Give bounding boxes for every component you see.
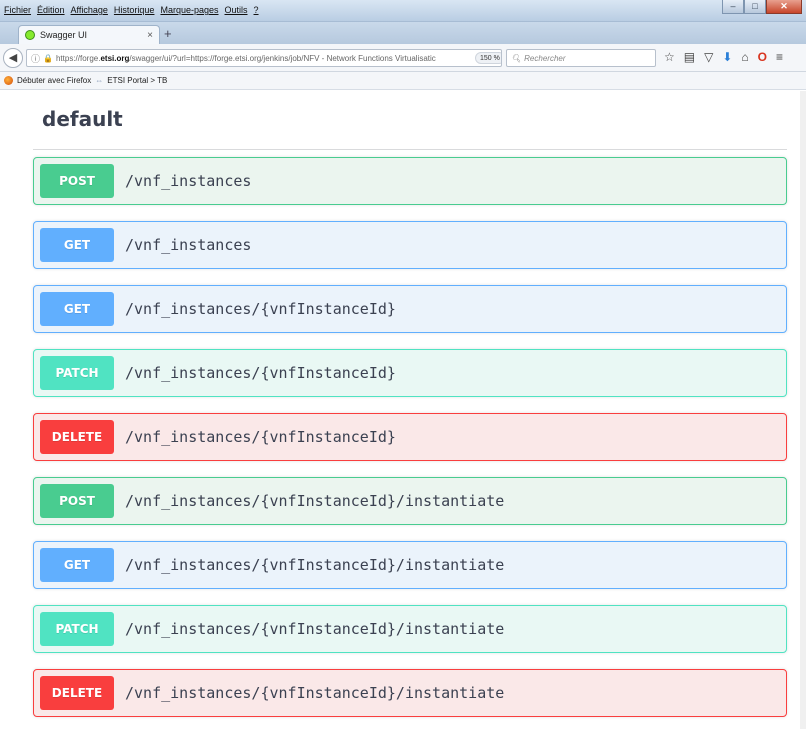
operation-get-instantiate[interactable]: GET /vnf_instances/{vnfInstanceId}/insta… [33, 541, 787, 589]
swagger-content: default POST /vnf_instances GET /vnf_ins… [0, 91, 806, 729]
tab-strip: Swagger UI × + [0, 22, 806, 44]
operation-path: /vnf_instances/{vnfInstanceId}/instantia… [125, 620, 505, 638]
method-badge: DELETE [40, 420, 114, 454]
operations-list: POST /vnf_instances GET /vnf_instances G… [33, 157, 787, 733]
section-divider [33, 149, 787, 150]
operation-patch-instantiate[interactable]: PATCH /vnf_instances/{vnfInstanceId}/ins… [33, 605, 787, 653]
minimize-icon[interactable]: – [722, 0, 744, 14]
operation-patch-vnf-instance[interactable]: PATCH /vnf_instances/{vnfInstanceId} [33, 349, 787, 397]
operation-path: /vnf_instances [125, 236, 252, 254]
method-badge: PATCH [40, 356, 114, 390]
section-title[interactable]: default [42, 107, 123, 131]
menu-historique[interactable]: Historique [114, 5, 155, 15]
etsi-bookmark-icon: ⇔ [95, 76, 104, 85]
menu-outils[interactable]: Outils [225, 5, 248, 15]
operation-path: /vnf_instances/{vnfInstanceId}/instantia… [125, 684, 505, 702]
url-text: https://forge.etsi.org/swagger/ui/?url=h… [55, 53, 436, 63]
operation-path: /vnf_instances/{vnfInstanceId}/instantia… [125, 492, 505, 510]
menu-affichage[interactable]: Affichage [71, 5, 108, 15]
bookmarks-bar: Débuter avec Firefox ⇔ ETSI Portal > TB [0, 72, 806, 90]
search-input[interactable]: 🔍︎ Rechercher [506, 49, 656, 67]
operation-get-vnf-instance[interactable]: GET /vnf_instances/{vnfInstanceId} [33, 285, 787, 333]
window-titlebar: Fichier Édition Affichage Historique Mar… [0, 0, 806, 22]
maximize-icon[interactable]: □ [744, 0, 766, 14]
method-badge: GET [40, 292, 114, 326]
firefox-icon [4, 76, 13, 85]
operation-delete-vnf-instance[interactable]: DELETE /vnf_instances/{vnfInstanceId} [33, 413, 787, 461]
download-icon[interactable]: ⬇ [722, 50, 732, 64]
info-icon[interactable]: ⓘ [31, 52, 40, 65]
operation-delete-instantiate[interactable]: DELETE /vnf_instances/{vnfInstanceId}/in… [33, 669, 787, 717]
operation-path: /vnf_instances [125, 172, 252, 190]
reading-list-icon[interactable]: ▤ [684, 50, 695, 64]
method-badge: POST [40, 484, 114, 518]
hamburger-menu-icon[interactable]: ≡ [776, 50, 783, 64]
method-badge: GET [40, 228, 114, 262]
tab-title: Swagger UI [40, 30, 88, 40]
bookmark-star-icon[interactable]: ☆ [664, 50, 675, 64]
close-window-icon[interactable]: ✕ [766, 0, 802, 14]
operation-get-vnf-instances[interactable]: GET /vnf_instances [33, 221, 787, 269]
navigation-bar: ◀ ⓘ 🔒 https://forge.etsi.org/swagger/ui/… [0, 44, 806, 72]
search-icon: 🔍︎ [511, 53, 522, 63]
tab-swagger-ui[interactable]: Swagger UI × [18, 25, 160, 44]
tab-close-icon[interactable]: × [147, 30, 153, 41]
zoom-level-badge[interactable]: 150 % [475, 52, 501, 64]
bookmark-debuter-firefox[interactable]: Débuter avec Firefox [17, 76, 91, 85]
adblock-icon[interactable]: O [758, 50, 767, 64]
method-badge: PATCH [40, 612, 114, 646]
operation-path: /vnf_instances/{vnfInstanceId} [125, 428, 396, 446]
method-badge: DELETE [40, 676, 114, 710]
toolbar-icons: ☆ ▤ ▽ ⬇ ⌂ O ≡ [664, 50, 783, 64]
window-controls: – □ ✕ [722, 0, 802, 14]
operation-path: /vnf_instances/{vnfInstanceId} [125, 300, 396, 318]
method-badge: GET [40, 548, 114, 582]
home-icon[interactable]: ⌂ [741, 50, 748, 64]
operation-path: /vnf_instances/{vnfInstanceId} [125, 364, 396, 382]
lock-icon[interactable]: 🔒 [43, 54, 53, 63]
menu-bar: Fichier Édition Affichage Historique Mar… [4, 5, 259, 15]
menu-marque-pages[interactable]: Marque-pages [160, 5, 218, 15]
search-placeholder: Rechercher [524, 53, 566, 63]
back-arrow-icon[interactable]: ◀ [3, 48, 23, 68]
url-bar[interactable]: ⓘ 🔒 https://forge.etsi.org/swagger/ui/?u… [26, 49, 502, 67]
method-badge: POST [40, 164, 114, 198]
operation-path: /vnf_instances/{vnfInstanceId}/instantia… [125, 556, 505, 574]
pocket-icon[interactable]: ▽ [704, 50, 713, 64]
swagger-favicon-icon [25, 30, 35, 40]
menu-fichier[interactable]: Fichier [4, 5, 31, 15]
new-tab-icon[interactable]: + [164, 26, 172, 41]
scrollbar[interactable] [800, 91, 806, 729]
operation-post-instantiate[interactable]: POST /vnf_instances/{vnfInstanceId}/inst… [33, 477, 787, 525]
menu-help[interactable]: ? [254, 5, 259, 15]
bookmark-etsi-portal[interactable]: ETSI Portal > TB [107, 76, 167, 85]
menu-edition[interactable]: Édition [37, 5, 65, 15]
operation-post-vnf-instances[interactable]: POST /vnf_instances [33, 157, 787, 205]
